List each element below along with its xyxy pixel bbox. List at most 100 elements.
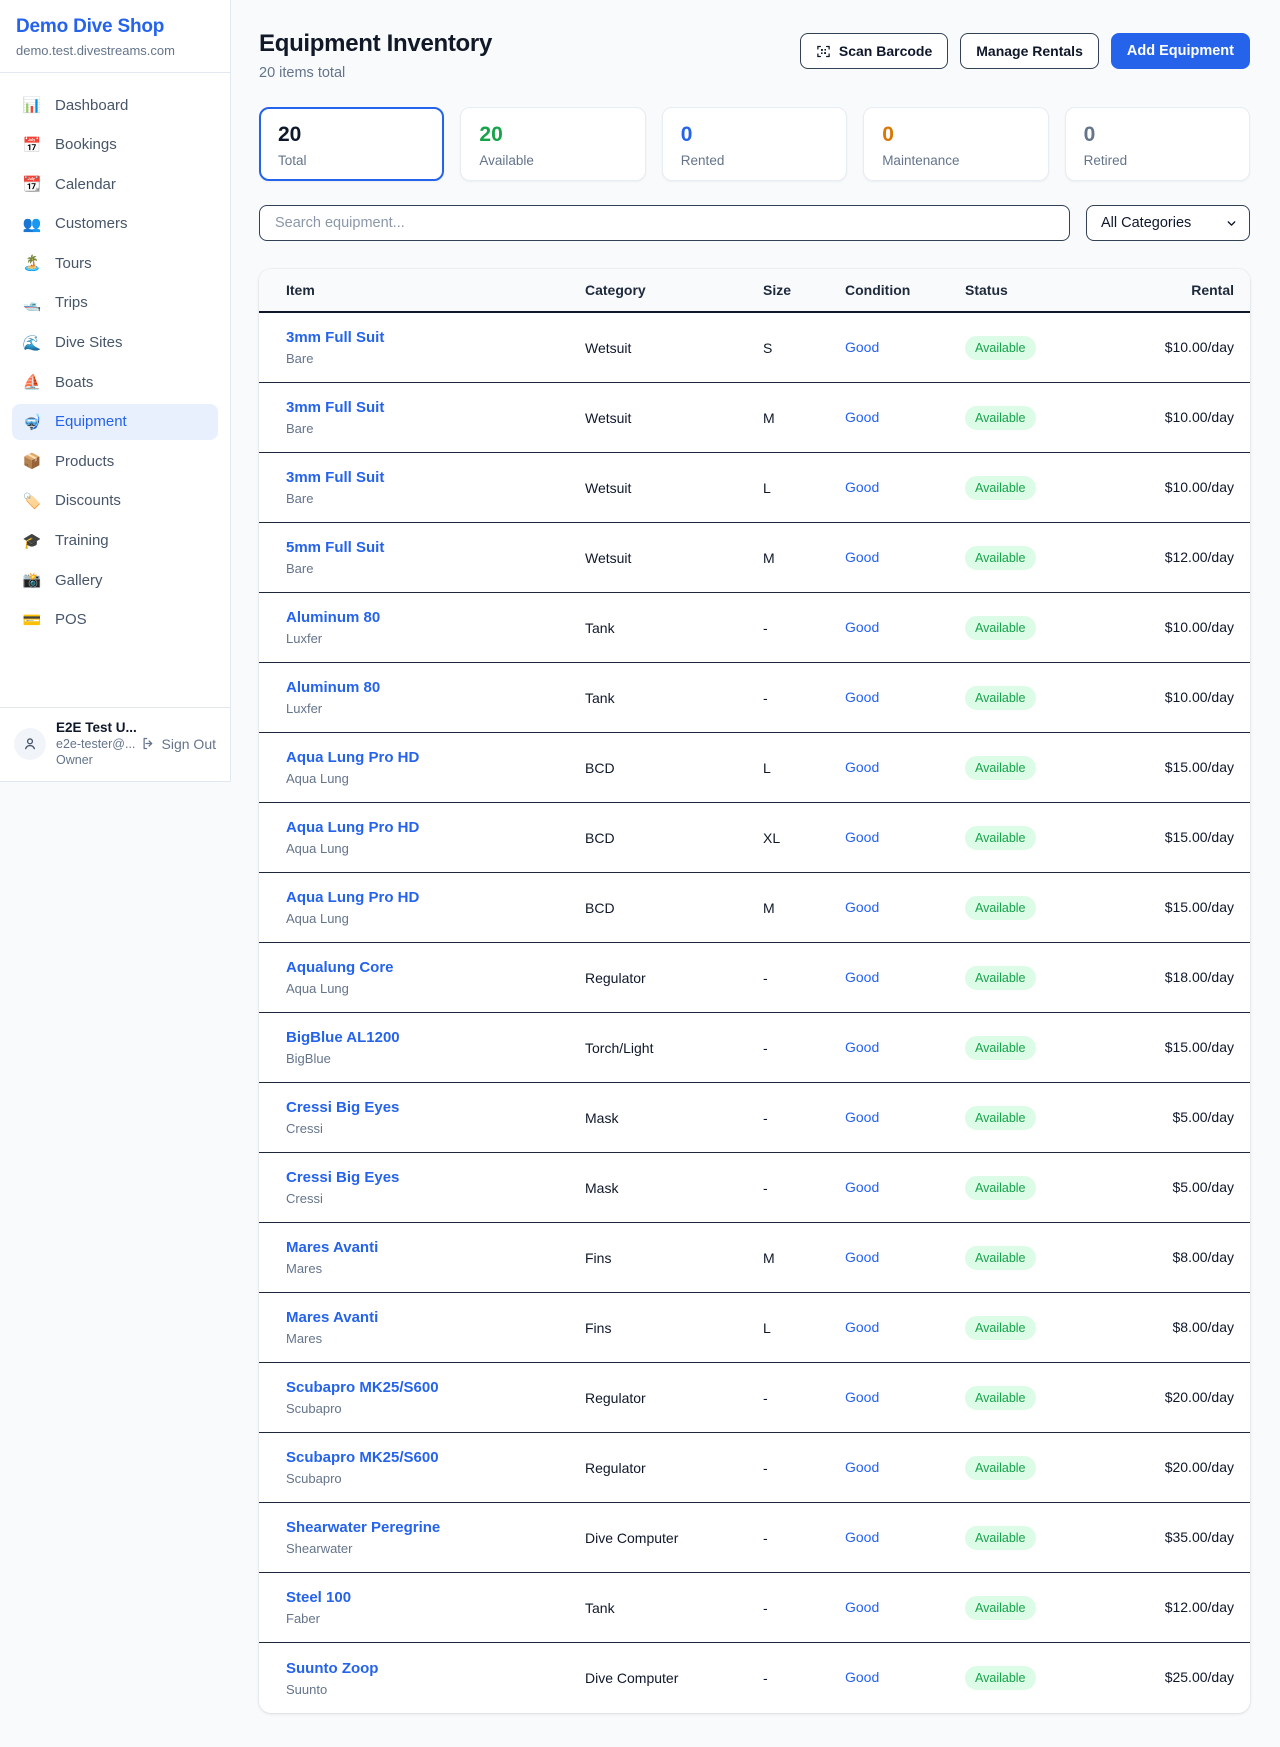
table-row[interactable]: Mares Avanti Mares Fins M Good Available… — [259, 1223, 1250, 1293]
condition-link[interactable]: Good — [845, 1459, 879, 1475]
item-link[interactable]: Suunto Zoop — [286, 1660, 585, 1677]
item-size: - — [763, 970, 845, 986]
condition-link[interactable]: Good — [845, 549, 879, 565]
item-category: BCD — [585, 760, 763, 776]
condition-link[interactable]: Good — [845, 409, 879, 425]
sign-out-button[interactable]: Sign Out — [141, 736, 216, 752]
manage-rentals-button[interactable]: Manage Rentals — [960, 33, 1099, 69]
item-link[interactable]: Aqua Lung Pro HD — [286, 889, 585, 906]
item-link[interactable]: Scubapro MK25/S600 — [286, 1379, 585, 1396]
table-row[interactable]: BigBlue AL1200 BigBlue Torch/Light - Goo… — [259, 1013, 1250, 1083]
table-row[interactable]: Steel 100 Faber Tank - Good Available $1… — [259, 1573, 1250, 1643]
stat-value: 0 — [882, 123, 1029, 147]
condition-link[interactable]: Good — [845, 1319, 879, 1335]
condition-link[interactable]: Good — [845, 1039, 879, 1055]
condition-link[interactable]: Good — [845, 479, 879, 495]
sidebar-item-dive-sites[interactable]: 🌊 Dive Sites — [12, 325, 218, 361]
item-link[interactable]: 3mm Full Suit — [286, 329, 585, 346]
condition-link[interactable]: Good — [845, 619, 879, 635]
item-link[interactable]: Aluminum 80 — [286, 679, 585, 696]
sidebar-item-gallery[interactable]: 📸 Gallery — [12, 562, 218, 598]
item-link[interactable]: Aqualung Core — [286, 959, 585, 976]
condition-link[interactable]: Good — [845, 899, 879, 915]
stat-card-total[interactable]: 20 Total — [259, 107, 444, 181]
col-item: Item — [286, 282, 585, 298]
condition-link[interactable]: Good — [845, 1179, 879, 1195]
stat-card-retired[interactable]: 0 Retired — [1065, 107, 1250, 181]
item-link[interactable]: Cressi Big Eyes — [286, 1169, 585, 1186]
condition-link[interactable]: Good — [845, 1109, 879, 1125]
sidebar-item-pos[interactable]: 💳 POS — [12, 602, 218, 638]
table-row[interactable]: Suunto Zoop Suunto Dive Computer - Good … — [259, 1643, 1250, 1713]
condition-link[interactable]: Good — [845, 1599, 879, 1615]
item-link[interactable]: 3mm Full Suit — [286, 469, 585, 486]
table-row[interactable]: Scubapro MK25/S600 Scubapro Regulator - … — [259, 1433, 1250, 1503]
item-link[interactable]: Mares Avanti — [286, 1309, 585, 1326]
nav-icon: 🎓 — [22, 532, 42, 550]
sidebar-nav: 📊 Dashboard 📅 Bookings 📆 Calendar 👥 Cust… — [0, 73, 230, 641]
sidebar-item-products[interactable]: 📦 Products — [12, 443, 218, 479]
table-row[interactable]: Shearwater Peregrine Shearwater Dive Com… — [259, 1503, 1250, 1573]
sidebar-item-calendar[interactable]: 📆 Calendar — [12, 166, 218, 202]
item-link[interactable]: Shearwater Peregrine — [286, 1519, 585, 1536]
item-link[interactable]: Steel 100 — [286, 1589, 585, 1606]
table-row[interactable]: Mares Avanti Mares Fins L Good Available… — [259, 1293, 1250, 1363]
table-row[interactable]: 3mm Full Suit Bare Wetsuit S Good Availa… — [259, 313, 1250, 383]
table-row[interactable]: 5mm Full Suit Bare Wetsuit M Good Availa… — [259, 523, 1250, 593]
table-row[interactable]: Aqua Lung Pro HD Aqua Lung BCD XL Good A… — [259, 803, 1250, 873]
table-row[interactable]: Aqualung Core Aqua Lung Regulator - Good… — [259, 943, 1250, 1013]
condition-link[interactable]: Good — [845, 759, 879, 775]
item-link[interactable]: Aqua Lung Pro HD — [286, 749, 585, 766]
table-row[interactable]: 3mm Full Suit Bare Wetsuit M Good Availa… — [259, 383, 1250, 453]
table-row[interactable]: Cressi Big Eyes Cressi Mask - Good Avail… — [259, 1083, 1250, 1153]
category-select[interactable]: All Categories — [1086, 205, 1250, 241]
item-link[interactable]: Cressi Big Eyes — [286, 1099, 585, 1116]
stat-card-available[interactable]: 20 Available — [460, 107, 645, 181]
table-row[interactable]: Scubapro MK25/S600 Scubapro Regulator - … — [259, 1363, 1250, 1433]
sidebar-item-training[interactable]: 🎓 Training — [12, 523, 218, 559]
stat-card-rented[interactable]: 0 Rented — [662, 107, 847, 181]
stat-card-maintenance[interactable]: 0 Maintenance — [863, 107, 1048, 181]
search-input[interactable] — [259, 205, 1070, 241]
sidebar-item-bookings[interactable]: 📅 Bookings — [12, 127, 218, 163]
table-row[interactable]: Cressi Big Eyes Cressi Mask - Good Avail… — [259, 1153, 1250, 1223]
condition-link[interactable]: Good — [845, 689, 879, 705]
status-badge: Available — [965, 406, 1036, 430]
item-link[interactable]: 5mm Full Suit — [286, 539, 585, 556]
condition-link[interactable]: Good — [845, 1389, 879, 1405]
condition-link[interactable]: Good — [845, 1669, 879, 1685]
sidebar-item-equipment[interactable]: 🤿 Equipment — [12, 404, 218, 440]
item-brand: Mares — [286, 1331, 585, 1346]
table-row[interactable]: Aluminum 80 Luxfer Tank - Good Available… — [259, 593, 1250, 663]
sidebar-item-discounts[interactable]: 🏷️ Discounts — [12, 483, 218, 519]
condition-link[interactable]: Good — [845, 1249, 879, 1265]
item-link[interactable]: 3mm Full Suit — [286, 399, 585, 416]
user-section: E2E Test U... e2e-tester@... Owner Sign … — [0, 707, 230, 781]
sidebar-item-tours[interactable]: 🏝️ Tours — [12, 245, 218, 281]
item-size: L — [763, 1320, 845, 1336]
item-category: Regulator — [585, 970, 763, 986]
status-badge: Available — [965, 896, 1036, 920]
table-row[interactable]: Aqua Lung Pro HD Aqua Lung BCD M Good Av… — [259, 873, 1250, 943]
sidebar-item-dashboard[interactable]: 📊 Dashboard — [12, 87, 218, 123]
scan-barcode-button[interactable]: Scan Barcode — [800, 33, 948, 69]
item-link[interactable]: Scubapro MK25/S600 — [286, 1449, 585, 1466]
item-link[interactable]: BigBlue AL1200 — [286, 1029, 585, 1046]
condition-link[interactable]: Good — [845, 339, 879, 355]
condition-link[interactable]: Good — [845, 1529, 879, 1545]
item-category: Mask — [585, 1180, 763, 1196]
table-row[interactable]: 3mm Full Suit Bare Wetsuit L Good Availa… — [259, 453, 1250, 523]
sidebar-item-trips[interactable]: 🛥️ Trips — [12, 285, 218, 321]
item-size: M — [763, 900, 845, 916]
table-row[interactable]: Aqua Lung Pro HD Aqua Lung BCD L Good Av… — [259, 733, 1250, 803]
sidebar-item-customers[interactable]: 👥 Customers — [12, 206, 218, 242]
condition-link[interactable]: Good — [845, 829, 879, 845]
condition-link[interactable]: Good — [845, 969, 879, 985]
table-row[interactable]: Aluminum 80 Luxfer Tank - Good Available… — [259, 663, 1250, 733]
sidebar-item-boats[interactable]: ⛵ Boats — [12, 364, 218, 400]
add-equipment-button[interactable]: Add Equipment — [1111, 33, 1250, 69]
item-link[interactable]: Aqua Lung Pro HD — [286, 819, 585, 836]
item-link[interactable]: Mares Avanti — [286, 1239, 585, 1256]
brand-name[interactable]: Demo Dive Shop — [16, 16, 214, 38]
item-link[interactable]: Aluminum 80 — [286, 609, 585, 626]
